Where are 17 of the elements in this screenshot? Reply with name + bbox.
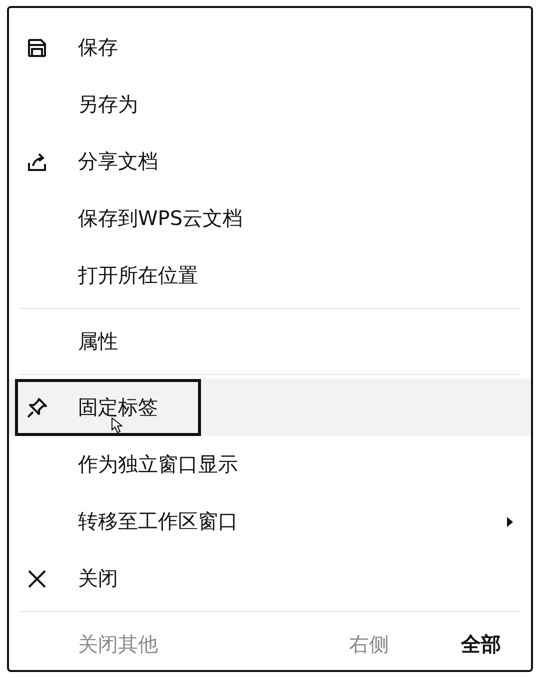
menu-item[interactable]: 转移至工作区窗口: [9, 493, 531, 550]
share-icon: [26, 150, 48, 172]
pin-icon: [26, 396, 48, 418]
menu-action[interactable]: 全部: [461, 630, 501, 658]
menu-item[interactable]: 属性: [9, 313, 531, 370]
menu-item[interactable]: 另存为: [9, 76, 531, 133]
menu-item[interactable]: 打开所在位置: [9, 247, 531, 304]
menu-item[interactable]: 分享文档: [9, 133, 531, 190]
menu-item[interactable]: 关闭: [9, 550, 531, 607]
caret-icon: [507, 516, 513, 526]
cursor-icon: [111, 417, 124, 434]
menu-item[interactable]: 固定标签: [9, 379, 531, 436]
menu-item[interactable]: 作为独立窗口显示: [9, 436, 531, 493]
menu-item[interactable]: 保存: [9, 19, 531, 76]
save-icon: [26, 36, 48, 58]
close-icon: [26, 568, 48, 590]
menu-item[interactable]: 保存到WPS云文档: [9, 190, 531, 247]
